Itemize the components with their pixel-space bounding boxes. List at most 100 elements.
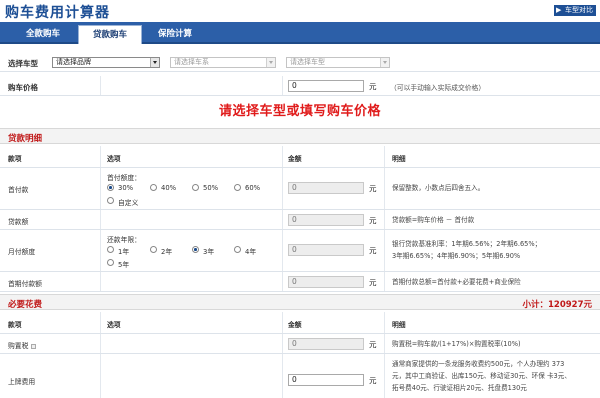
tab-insurance[interactable]: 保险计算 (142, 25, 208, 44)
expenses-section-header: 必要花费 小计：120927元 (0, 294, 600, 310)
col-item-header: 款项 (8, 321, 22, 329)
radio-label: 自定义 (118, 199, 139, 207)
radio-term-4[interactable] (234, 246, 241, 253)
model-select-value: 请选择车型 (290, 58, 325, 66)
radio-down-custom[interactable] (107, 197, 114, 204)
info-icon[interactable] (31, 343, 37, 349)
price-unit: 元 (369, 82, 377, 91)
price-label: 购车价格 (8, 83, 38, 92)
monthly-payment-row: 月付额度 还款年限： 1年 2年 3年 4年 5年 0 元 银行贷款基准利率：1… (0, 230, 600, 272)
radio-term-2[interactable] (150, 246, 157, 253)
divider (100, 312, 101, 333)
registration-detail-line-3: 拓号费40元、行驶证相片20元、托盘费130元 (392, 384, 527, 392)
col-detail-header: 明细 (392, 155, 406, 163)
car-select-row: 选择车型 请选择品牌 请选择车系 请选择车型 (0, 52, 600, 72)
divider (282, 334, 283, 353)
divider (100, 146, 101, 167)
divider (100, 76, 101, 95)
divider (100, 210, 101, 229)
radio-down-60[interactable] (234, 184, 241, 191)
car-select-label: 选择车型 (8, 59, 38, 68)
divider (282, 76, 283, 95)
col-option-header: 选项 (107, 155, 121, 163)
header-bar: 购车费用计算器 ▶ 车型对比 (0, 0, 600, 22)
select-car-prompt: 请选择车型或填写购车价格 (218, 104, 381, 119)
model-select[interactable]: 请选择车型 (286, 57, 390, 68)
tab-loan[interactable]: 贷款购车 (78, 25, 142, 44)
divider (100, 354, 101, 398)
radio-down-50[interactable] (192, 184, 199, 191)
col-amount-header: 金额 (288, 155, 302, 163)
unit-label: 元 (369, 216, 377, 225)
loan-amount-value: 0 (288, 214, 364, 226)
divider (384, 334, 385, 353)
radio-down-30[interactable] (107, 184, 114, 191)
divider (282, 312, 283, 333)
purchase-tax-detail: 购置税=购车款/(1+17%)×购置税率(10%) (392, 340, 521, 348)
radio-label: 3年 (203, 248, 215, 256)
radio-label: 40% (161, 184, 177, 192)
tab-bar: 全款购车 贷款购车 保险计算 (0, 22, 600, 44)
registration-row: 上牌费用 0 元 通常商家提供的一条龙服务收费约500元，个人办理约 373 元… (0, 354, 600, 398)
radio-term-1[interactable] (107, 246, 114, 253)
radio-label: 1年 (118, 248, 130, 256)
tab-full-payment[interactable]: 全款购车 (8, 25, 78, 44)
registration-detail-line-2: 元，其中工商验证、出库150元、移动证30元、环保 卡3元、 (392, 372, 571, 380)
term-label: 还款年限： (107, 236, 141, 244)
first-payment-row: 首期付款额 0 元 首期付款总额=首付款+必要花费+商业保险 (0, 272, 600, 292)
unit-label: 元 (369, 376, 377, 385)
unit-label: 元 (369, 340, 377, 349)
price-hint: （可以手动输入实际成交价格） (390, 84, 486, 92)
col-item-header: 款项 (8, 155, 22, 163)
divider (384, 210, 385, 229)
registration-detail-line-1: 通常商家提供的一条龙服务收费约500元，个人办理约 373 (392, 360, 565, 368)
series-select[interactable]: 请选择车系 (170, 57, 276, 68)
divider (282, 210, 283, 229)
divider (384, 230, 385, 271)
series-select-value: 请选择车系 (174, 58, 209, 66)
radio-label: 4年 (245, 248, 257, 256)
arrow-right-icon: ▶ (556, 6, 562, 14)
divider (384, 312, 385, 333)
monthly-label: 月付额度 (8, 248, 36, 256)
loan-section-header: 贷款明细 (0, 128, 600, 144)
chevron-down-icon (150, 58, 159, 67)
monthly-amount: 0 (288, 244, 364, 256)
monthly-detail-line-1: 银行贷款基准利率：1年期6.56%；2年期6.65%； (392, 240, 542, 248)
registration-fee-input[interactable]: 0 (288, 374, 364, 386)
down-payment-amount: 0 (288, 182, 364, 194)
divider (282, 168, 283, 209)
car-compare-link[interactable]: ▶ 车型对比 (554, 5, 596, 16)
loan-section-title: 贷款明细 (8, 134, 43, 144)
chevron-down-icon (266, 58, 275, 67)
down-payment-label: 首付款 (8, 186, 29, 194)
radio-label: 60% (245, 184, 261, 192)
chevron-down-icon (380, 58, 389, 67)
divider (100, 272, 101, 291)
radio-down-40[interactable] (150, 184, 157, 191)
expenses-table-header: 款项 选项 金额 明细 (0, 312, 600, 334)
radio-term-3[interactable] (192, 246, 199, 253)
divider (384, 146, 385, 167)
expenses-subtotal: 小计：120927元 (522, 300, 593, 310)
first-payment-label: 首期付款额 (8, 280, 42, 288)
down-ratio-label: 首付额度： (107, 174, 141, 182)
divider (384, 354, 385, 398)
brand-select-value: 请选择品牌 (56, 58, 91, 66)
purchase-tax-amount: 0 (288, 338, 364, 350)
app-title: 购车费用计算器 (5, 5, 110, 21)
brand-select[interactable]: 请选择品牌 (52, 57, 160, 68)
purchase-tax-row: 购置税 0 元 购置税=购车款/(1+17%)×购置税率(10%) (0, 334, 600, 354)
radio-label: 5年 (118, 261, 130, 269)
divider (100, 230, 101, 271)
radio-label: 2年 (161, 248, 173, 256)
unit-label: 元 (369, 278, 377, 287)
col-detail-header: 明细 (392, 321, 406, 329)
down-payment-detail: 保留整数，小数点后四舍五入。 (392, 184, 485, 192)
col-amount-header: 金额 (288, 321, 302, 329)
price-input[interactable]: 0 (288, 80, 364, 92)
radio-term-5[interactable] (107, 259, 114, 266)
monthly-detail-line-2: 3年期6.65%；4年期6.90%；5年期6.90% (392, 252, 521, 260)
radio-label: 50% (203, 184, 219, 192)
unit-label: 元 (369, 246, 377, 255)
